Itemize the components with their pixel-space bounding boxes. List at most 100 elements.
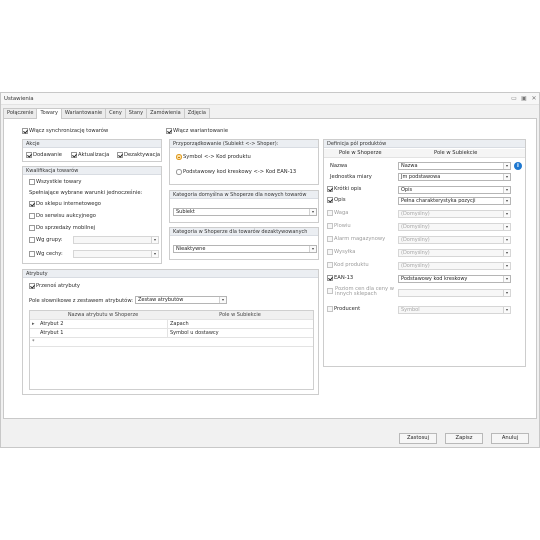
field-select[interactable]: Podstawowy kod kreskowy ▾ [398,275,511,283]
attr-subiekt-cell[interactable]: Zapach [170,320,189,328]
groups-checkbox[interactable]: Wg grupy: [29,237,63,244]
field-checkbox[interactable]: Kod produktu [327,262,369,269]
row-indicator: ▸ [32,321,35,327]
field-box[interactable] [327,249,333,255]
field-checkbox[interactable]: Opis [327,197,346,204]
variants-checkbox[interactable]: Włącz wariantowanie [166,128,228,135]
auction-box[interactable] [29,213,35,219]
shop-label: Do sklepu internetowego [36,201,101,207]
field-select[interactable]: (Domyślny) ▾ [398,262,511,270]
default-category-select[interactable]: Subiekt ▾ [173,208,317,216]
transfer-attributes-box[interactable] [29,283,35,289]
features-select[interactable]: ▾ [73,250,159,258]
field-select[interactable]: (Domyślny) ▾ [398,210,511,218]
field-box[interactable] [327,288,333,294]
minimize-icon[interactable]: ▭ [509,95,519,103]
shop-box[interactable] [29,201,35,207]
sync-products-checkbox[interactable]: Włącz synchronizację towarów [22,128,108,135]
field-box[interactable] [327,262,333,268]
actions-group: Akcje Dodawanie Aktualizacja Dezaktywacj… [22,139,162,162]
radio-symbol[interactable] [176,154,182,160]
field-box[interactable] [327,223,333,229]
field-label: Nazwa [330,163,348,169]
features-checkbox[interactable]: Wg cechy: [29,251,63,258]
field-label: Poziom cen dla ceny w innych sklepach [335,286,394,298]
update-checkbox[interactable]: Aktualizacja [71,152,109,159]
deactivate-box[interactable] [117,152,123,158]
table-row[interactable]: ▸ Atrybut 2 Zapach [30,320,313,329]
all-products-checkbox[interactable]: Wszystkie towary [29,179,81,186]
close-icon[interactable]: ✕ [529,95,539,103]
mobile-checkbox[interactable]: Do sprzedaży mobilnej [29,225,95,232]
default-category-title: Kategoria domyślna w Shoperze dla nowych… [170,191,318,199]
all-products-box[interactable] [29,179,35,185]
field-select[interactable]: (Domyślny) ▾ [398,236,511,244]
table-row[interactable]: Atrybut 1 Symbol u dostawcy [30,329,313,338]
tab-polaczenie[interactable]: Połączenie [3,108,38,118]
field-row-waga: Waga (Domyślny) ▾ [324,210,525,220]
field-select[interactable]: Nazwa ▾ [398,162,511,170]
field-select[interactable]: (Domyślny) ▾ [398,223,511,231]
qualification-group: Kwalifikacja towarów Wszystkie towary Sp… [22,166,162,264]
attr-shoper-cell[interactable]: Atrybut 2 [40,320,63,328]
field-checkbox[interactable]: Waga [327,210,348,217]
sync-products-box[interactable] [22,128,28,134]
deactivated-category-select[interactable]: Nieaktywne ▾ [173,245,317,253]
field-box[interactable] [327,275,333,281]
field-box[interactable] [327,197,333,203]
update-box[interactable] [71,152,77,158]
add-box[interactable] [26,152,32,158]
apply-button[interactable]: Zastosuj [399,433,437,444]
field-box[interactable] [327,186,333,192]
field-checkbox[interactable]: Krótki opis [327,186,361,193]
attr-subiekt-cell[interactable]: Symbol u dostawcy [170,329,219,337]
field-box[interactable] [327,236,333,242]
field-value: (Domyślny) [401,250,430,256]
info-icon[interactable]: i [514,161,522,170]
cancel-button[interactable]: Anuluj [491,433,529,444]
radio-barcode[interactable] [176,169,182,175]
auction-checkbox[interactable]: Do serwisu aukcyjnego [29,213,96,220]
variants-label: Włącz wariantowanie [173,128,229,134]
field-row-kod-produktu: Kod produktu (Domyślny) ▾ [324,262,525,272]
assignment-barcode-radio[interactable]: Podstawowy kod kreskowy <-> Kod EAN-13 [176,169,296,176]
field-select[interactable]: Symbol ▾ [398,306,511,314]
dictionary-field-select[interactable]: Zestaw atrybutów ▾ [135,296,227,304]
field-box[interactable] [327,306,333,312]
tab-zamowienia[interactable]: Zamówienia [146,108,185,118]
tab-stany[interactable]: Stany [124,108,148,118]
field-select[interactable]: Jm podstawowa ▾ [398,173,511,181]
features-box[interactable] [29,251,35,257]
chevron-down-icon: ▾ [503,276,510,282]
variants-box[interactable] [166,128,172,134]
update-label: Aktualizacja [78,152,110,158]
groups-box[interactable] [29,237,35,243]
tab-towary[interactable]: Towary [36,108,62,119]
assignment-symbol-radio[interactable]: Symbol <-> Kod produktu [176,154,251,161]
field-select[interactable]: Opis ▾ [398,186,511,194]
deactivate-checkbox[interactable]: Dezaktywacja [117,152,160,159]
field-checkbox[interactable]: EAN-13 [327,275,353,282]
field-select[interactable]: (Domyślny) ▾ [398,249,511,257]
save-button[interactable]: Zapisz [445,433,483,444]
tab-zdjecia[interactable]: Zdjęcia [183,108,211,118]
transfer-attributes-checkbox[interactable]: Przenoś atrybuty [29,283,80,290]
restore-icon[interactable]: ▣ [519,95,529,103]
field-checkbox[interactable]: Alarm magazynowy [327,236,385,243]
field-checkbox[interactable]: Plowiu [327,223,351,230]
field-box[interactable] [327,210,333,216]
add-checkbox[interactable]: Dodawanie [26,152,62,159]
groups-select[interactable]: ▾ [73,236,159,244]
table-row-new[interactable]: * [30,338,313,347]
tab-wariantowanie[interactable]: Wariantowanie [60,108,107,118]
mobile-box[interactable] [29,225,35,231]
field-select[interactable]: ▾ [398,289,511,297]
shop-checkbox[interactable]: Do sklepu internetowego [29,201,101,208]
attr-shoper-cell[interactable]: Atrybut 1 [40,329,63,337]
field-checkbox[interactable]: Producent [327,306,360,313]
field-select[interactable]: Pełna charakterystyka pozycji ▾ [398,197,511,205]
window-title: Ustawienia [4,96,34,102]
field-checkbox[interactable] [327,288,333,294]
tab-ceny[interactable]: Ceny [105,108,126,118]
field-checkbox[interactable]: Wysyłka [327,249,355,256]
